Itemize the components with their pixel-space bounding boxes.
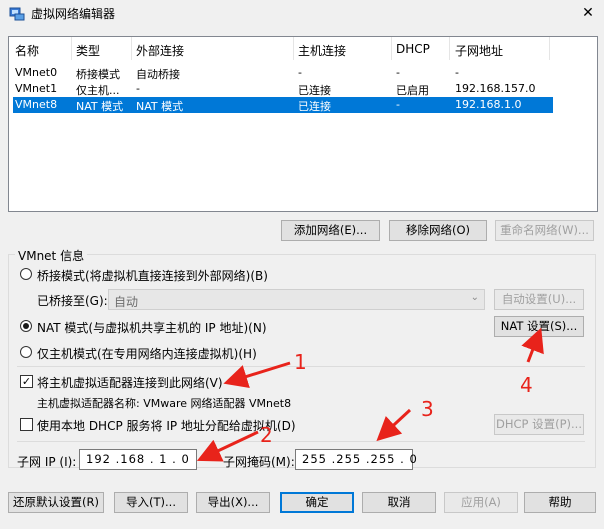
annotation-label-3: 3 bbox=[421, 397, 434, 421]
annotation-arrow-3 bbox=[376, 408, 412, 442]
annotation-label-1: 1 bbox=[294, 350, 307, 374]
annotation-arrow-1 bbox=[223, 361, 291, 389]
annotation-arrow-4 bbox=[521, 327, 544, 363]
annotation-arrows bbox=[196, 327, 544, 462]
annotation-label-4: 4 bbox=[520, 373, 533, 397]
annotation-arrow-2 bbox=[196, 430, 259, 462]
annotation-label-2: 2 bbox=[260, 423, 273, 447]
